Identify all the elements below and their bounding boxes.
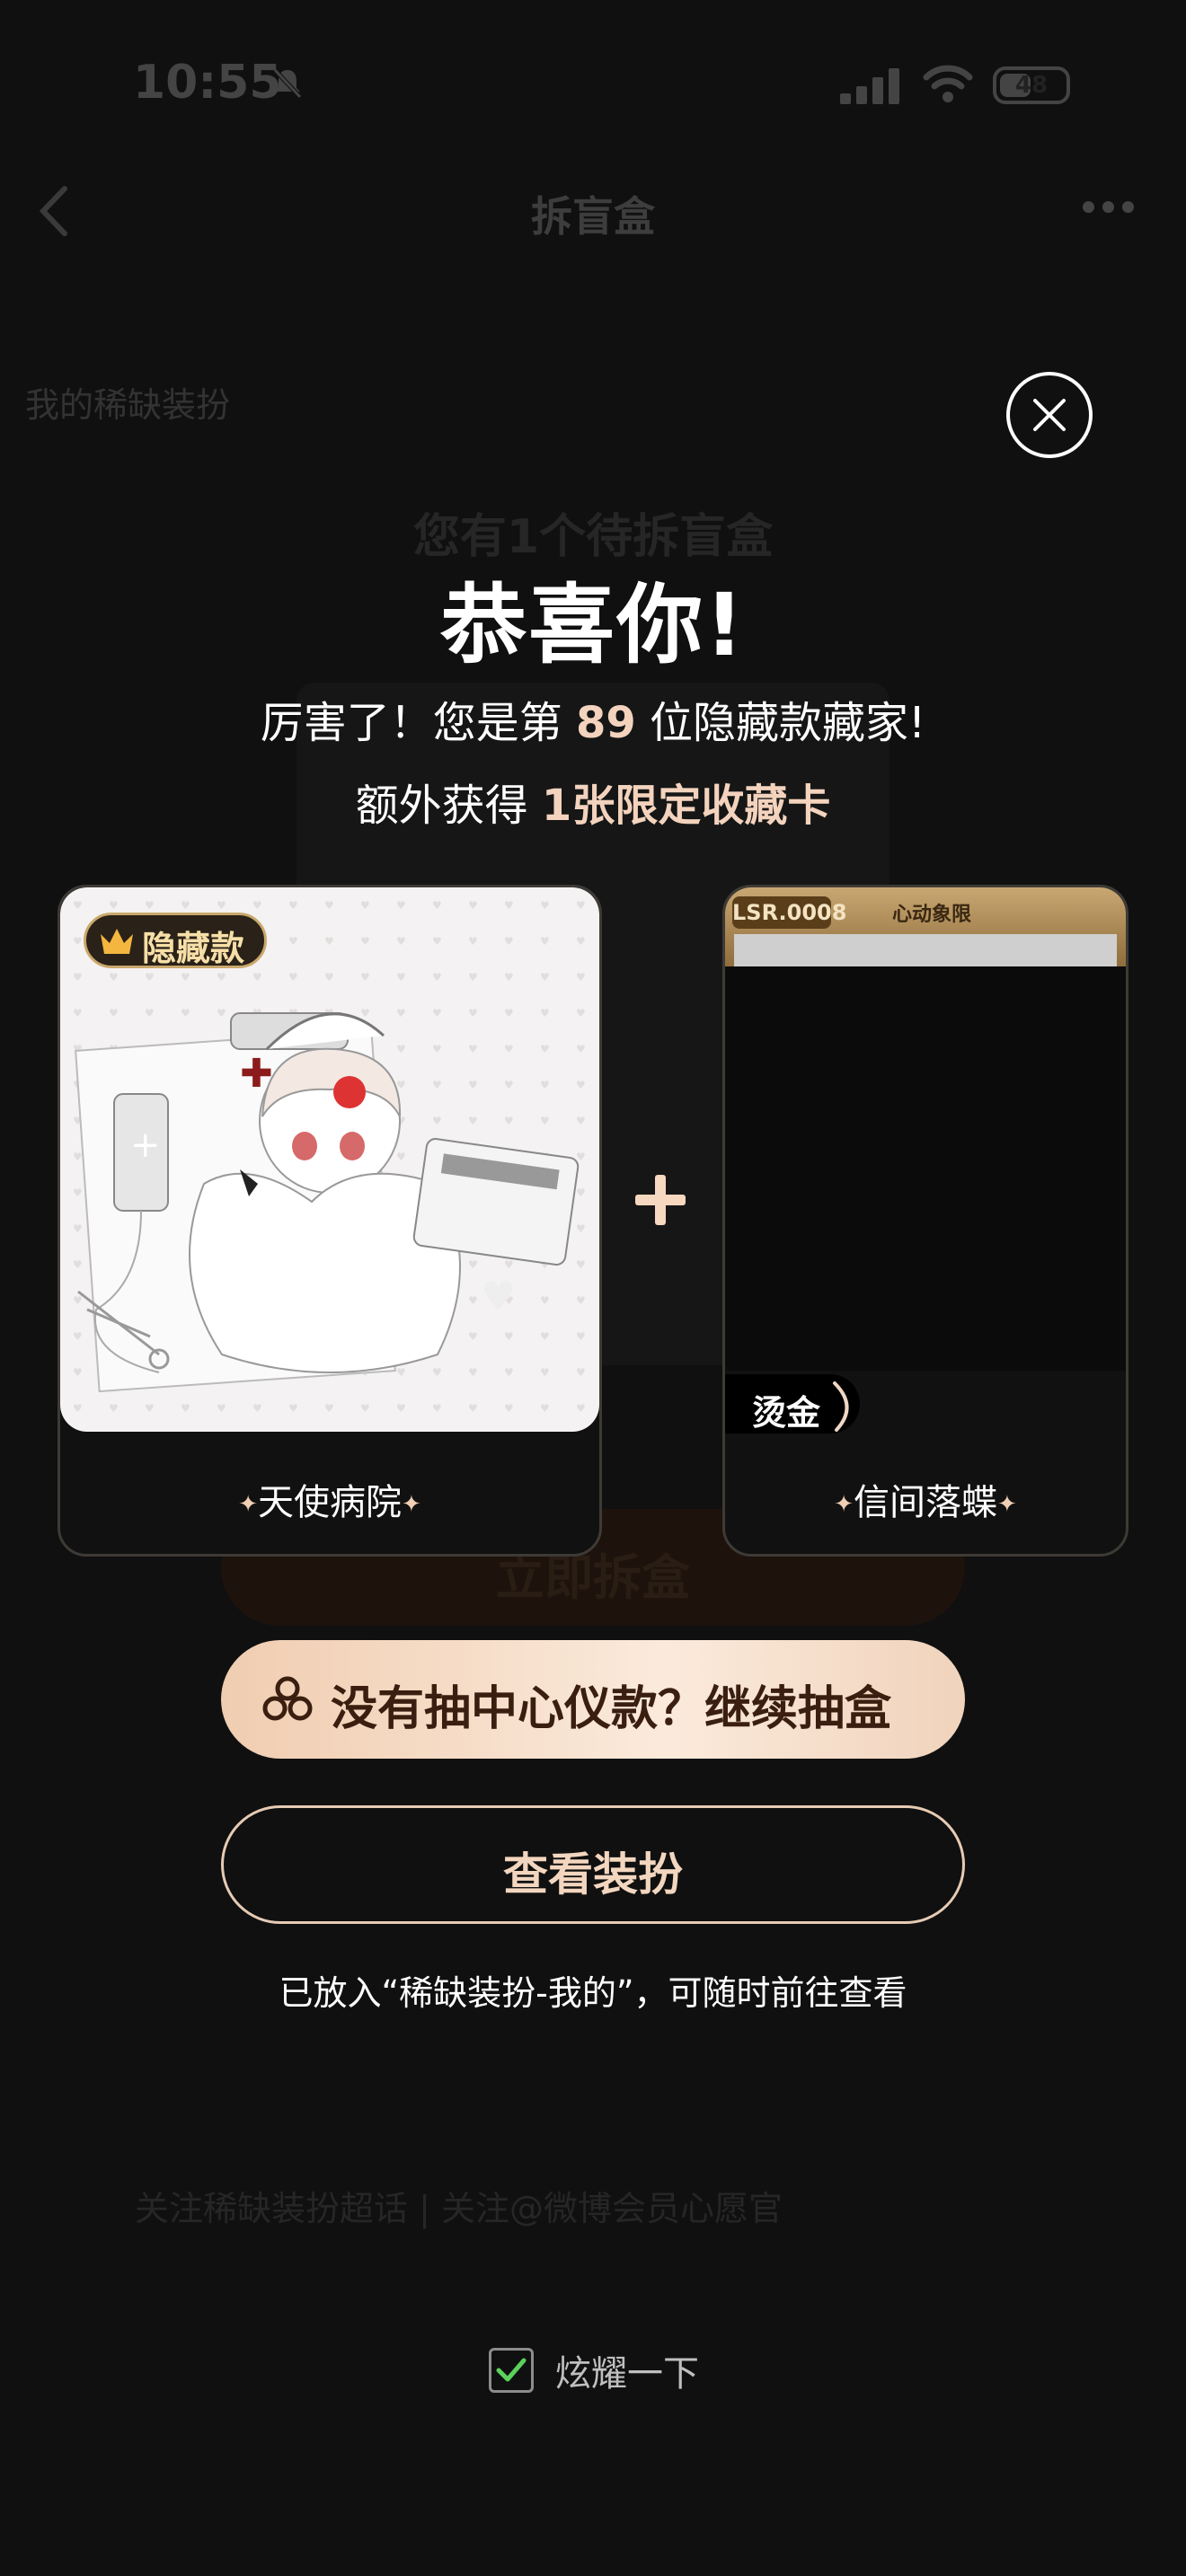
page-title: 拆盲盒	[531, 192, 655, 241]
bonus-card-count: 1张限定收藏卡	[541, 781, 831, 831]
hidden-badge-label: 隐藏款	[142, 929, 245, 968]
card-serial: LSR.0008	[732, 896, 846, 929]
sparkle-icon: ✦	[834, 1491, 854, 1518]
storage-note: 已放入“稀缺装扮-我的”，可随时前往查看	[279, 1973, 907, 2013]
battery-level: 48	[1014, 72, 1049, 99]
collector-rank-text: 厉害了！您是第 89 位隐藏款藏家!	[260, 698, 926, 748]
collectible-card[interactable]: LSR.0008 心动象限 烫金 ✦信间落蝶✦	[722, 885, 1128, 1557]
signal-icon	[840, 68, 899, 104]
footer-links: 关注稀缺装扮超话 | 关注@微博会员心愿官	[135, 2189, 783, 2228]
outfit-image: ♥ + ✚ ♥	[60, 887, 599, 1432]
foil-label: 烫金	[752, 1393, 821, 1433]
hidden-outfit-card[interactable]: ♥ + ✚ ♥	[58, 885, 602, 1557]
status-time: 10:55	[133, 56, 282, 110]
card-frame-top: LSR.0008 心动象限	[725, 887, 1126, 970]
foil-badge: 烫金	[725, 1374, 860, 1434]
close-button[interactable]	[1006, 372, 1093, 458]
hidden-badge: 隐藏款	[84, 913, 267, 968]
tab-rare-outfits[interactable]: 我的稀缺装扮	[25, 377, 230, 427]
svg-text:+: +	[130, 1125, 161, 1166]
svg-text:♥: ♥	[481, 1274, 516, 1319]
svg-text:✚: ✚	[240, 1051, 273, 1097]
right-card-name: ✦信间落蝶✦	[834, 1482, 1017, 1523]
show-off-label: 炫耀一下	[555, 2353, 699, 2395]
bell-off-icon	[273, 68, 302, 99]
check-icon	[496, 2358, 527, 2382]
bonus-text: 额外获得 1张限定收藏卡	[355, 781, 831, 831]
clover-icon	[262, 1676, 313, 1721]
card-art-strip	[734, 934, 1117, 970]
left-card-name: ✦天使病院✦	[238, 1482, 421, 1523]
view-outfit-label: 查看装扮	[503, 1848, 683, 1901]
card-art	[725, 966, 1126, 1371]
continue-draw-label: 没有抽中心仪款？继续抽盒	[331, 1682, 892, 1736]
nurse-illustration: ♥ + ✚ ♥	[60, 887, 599, 1432]
sparkle-icon: ✦	[238, 1491, 258, 1518]
wifi-icon	[923, 65, 973, 102]
sparkle-icon: ✦	[997, 1491, 1017, 1518]
sparkle-icon: ✦	[402, 1491, 421, 1518]
view-outfit-button[interactable]: 查看装扮	[221, 1805, 965, 1924]
continue-draw-button[interactable]: 没有抽中心仪款？继续抽盒	[221, 1640, 965, 1759]
battery-icon: 48	[993, 66, 1070, 104]
plus-icon	[635, 1175, 686, 1225]
collector-rank-number: 89	[575, 698, 636, 748]
card-brand: 心动象限	[892, 904, 972, 926]
congrats-title: 恭喜你!	[440, 575, 746, 675]
close-icon	[1033, 399, 1066, 431]
crown-icon	[101, 929, 133, 954]
show-off-toggle[interactable]: 炫耀一下	[487, 2344, 721, 2402]
more-icon[interactable]	[1083, 199, 1147, 219]
show-off-checkbox[interactable]	[489, 2348, 534, 2393]
